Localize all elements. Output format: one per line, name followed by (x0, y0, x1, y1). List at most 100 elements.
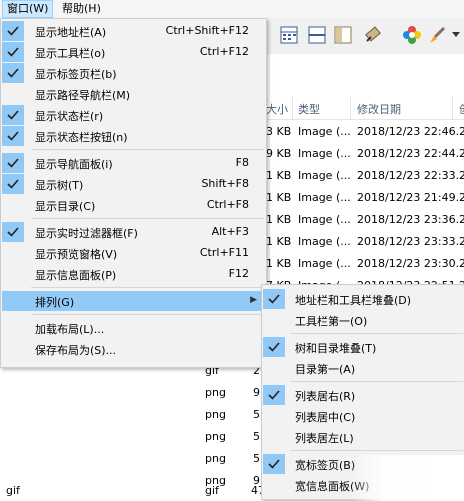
list-item[interactable]: gif 47 (205, 481, 265, 501)
file-type: gif (205, 484, 219, 497)
menu-item-label: 加载布局(L)... (35, 323, 105, 336)
list-item[interactable]: gif (6, 481, 46, 501)
list-item[interactable]: png 5 (205, 427, 261, 447)
checkmark (2, 153, 24, 173)
check-icon (7, 26, 19, 36)
file-size: 1 KB (266, 191, 292, 204)
menu-separator (31, 149, 264, 150)
chevron-right-icon: ▶ (250, 295, 257, 305)
file-created: 2 (459, 191, 464, 204)
checkmark (2, 42, 24, 62)
list-item[interactable]: png 9 (205, 383, 261, 403)
column-divider[interactable] (452, 97, 453, 119)
submenu-item-stack-address-toolbar[interactable]: 地址栏和工具栏堆叠(D) (263, 289, 464, 309)
submenu-item-label: 列表居右(R) (295, 390, 356, 403)
submenu-item-label: 树和目录堆叠(T) (295, 342, 377, 355)
submenu-item-list-right[interactable]: 列表居右(R) (263, 385, 464, 405)
menu-item-show-preview-pane[interactable]: 显示预览窗格(V) Ctrl+F11 (2, 243, 265, 263)
check-icon (7, 227, 19, 237)
file-date: 2018/12/23 22:33... (357, 169, 464, 182)
menu-item-shortcut: Ctrl+F11 (199, 246, 249, 259)
submenu-item-catalog-first[interactable]: 目录第一(A) (263, 358, 464, 378)
menu-item-load-layout[interactable]: 加载布局(L)... (2, 318, 265, 338)
submenu-item-label: 列表居中(C) (295, 411, 356, 424)
file-date: 2018/12/23 22:46... (357, 125, 464, 138)
menu-item-show-catalog[interactable]: 显示目录(C) Ctrl+F8 (2, 195, 265, 215)
column-divider[interactable] (292, 97, 293, 119)
menu-item-save-layout-as[interactable]: 保存布局为(S)... (2, 339, 265, 359)
checkmark (263, 454, 285, 474)
menu-item-label: 显示路径导航栏(M) (35, 89, 131, 102)
file-created: 2 (459, 147, 464, 160)
file-row[interactable]: 1 KB Image (... 2018/12/23 22:33... 2 (266, 166, 464, 186)
submenu-item-list-left[interactable]: 列表居左(L) (263, 427, 464, 447)
menu-separator (31, 287, 264, 288)
checkmark (263, 337, 285, 357)
pin-icon[interactable] (362, 24, 384, 46)
check-icon (7, 158, 19, 168)
file-size: 3 KB (266, 125, 292, 138)
menu-item-show-toolbar[interactable]: 显示工具栏(o) Ctrl+F12 (2, 42, 265, 62)
checkmark (2, 105, 24, 125)
submenu-item-stack-tree-catalog[interactable]: 树和目录堆叠(T) (263, 337, 464, 357)
file-row[interactable]: 1 KB Image (... 2018/12/23 23:36... 2 (266, 210, 464, 230)
file-row[interactable]: 1 KB Image (... 2018/12/23 23:30... 2 (266, 254, 464, 274)
menu-item-label: 显示状态栏(r) (35, 110, 104, 123)
chevron-down-icon[interactable] (452, 32, 460, 38)
column-size[interactable]: 大小 (266, 101, 288, 117)
brush-icon[interactable] (426, 24, 448, 46)
menu-help[interactable]: 帮助(H) (58, 0, 105, 18)
menu-item-label: 显示地址栏(A) (35, 26, 107, 39)
menu-item-label: 显示目录(C) (35, 200, 96, 213)
file-size: 1 KB (266, 235, 292, 248)
list-item[interactable]: png 5 (205, 405, 261, 425)
menu-item-shortcut: F12 (228, 267, 249, 280)
split-horizontal-icon[interactable] (306, 24, 328, 46)
list-item[interactable]: png 5 (205, 449, 261, 469)
menu-item-arrange[interactable]: 排列(G) ▶ (2, 291, 265, 311)
menu-help-label: 帮助(H) (62, 2, 101, 15)
menu-item-label: 排列(G) (35, 296, 75, 309)
file-type: Image (... (298, 213, 351, 226)
menu-item-label: 显示实时过滤器框(F) (35, 227, 138, 240)
menu-item-show-status-bar[interactable]: 显示状态栏(r) (2, 105, 265, 125)
checkmark (263, 385, 285, 405)
submenu-item-toolbar-first[interactable]: 工具栏第一(O) (263, 310, 464, 330)
checkmark (2, 174, 24, 194)
checkmark (2, 21, 24, 41)
menu-separator (290, 333, 463, 334)
file-size: 5 (253, 430, 260, 443)
menu-item-show-tab-bar[interactable]: 显示标签页栏(b) (2, 63, 265, 83)
menu-item-show-address-bar[interactable]: 显示地址栏(A) Ctrl+Shift+F12 (2, 21, 265, 41)
column-created[interactable]: 创 (459, 101, 464, 117)
menu-item-label: 显示工具栏(o) (35, 47, 106, 60)
menu-separator (31, 314, 264, 315)
menu-item-show-breadcrumb-bar[interactable]: 显示路径导航栏(M) (2, 84, 265, 104)
file-row[interactable]: 1 KB Image (... 2018/12/23 21:49... 2 (266, 188, 464, 208)
file-row[interactable]: 3 KB Image (... 2018/12/23 22:46... 2 (266, 122, 464, 142)
column-divider[interactable] (350, 97, 351, 119)
menu-item-label: 显示预览窗格(V) (35, 248, 118, 261)
window-menu: 显示地址栏(A) Ctrl+Shift+F12 显示工具栏(o) Ctrl+F12 … (0, 18, 267, 368)
menu-item-show-navigation-pane[interactable]: 显示导航面板(i) F8 (2, 153, 265, 173)
menu-item-show-live-filter[interactable]: 显示实时过滤器框(F) Alt+F3 (2, 222, 265, 242)
column-type[interactable]: 类型 (298, 101, 320, 117)
layout-grid-icon[interactable] (278, 24, 300, 46)
file-created: 2 (459, 257, 464, 270)
submenu-item-list-center[interactable]: 列表居中(C) (263, 406, 464, 426)
menu-window[interactable]: 窗口(W) (2, 0, 54, 18)
colorful-flower-icon[interactable] (401, 24, 423, 46)
split-vertical-icon[interactable] (332, 24, 354, 46)
menu-item-label: 显示标签页栏(b) (35, 68, 117, 81)
file-row[interactable]: 1 KB Image (... 2018/12/23 23:33... 2 (266, 232, 464, 252)
file-type: gif (6, 484, 20, 497)
menu-item-show-info-panel[interactable]: 显示信息面板(P) F12 (2, 264, 265, 284)
column-date[interactable]: 修改日期 (357, 101, 401, 117)
file-date: 2018/12/23 21:49... (357, 191, 464, 204)
file-row[interactable]: 9 KB Image (... 2018/12/23 22:44... 2 (266, 144, 464, 164)
menu-item-shortcut: Ctrl+F8 (206, 198, 249, 211)
file-date: 2018/12/23 23:33... (357, 235, 464, 248)
check-icon (7, 47, 19, 57)
menu-item-show-tree[interactable]: 显示树(T) Shift+F8 (2, 174, 265, 194)
menu-item-show-status-buttons[interactable]: 显示状态栏按钮(n) (2, 126, 265, 146)
